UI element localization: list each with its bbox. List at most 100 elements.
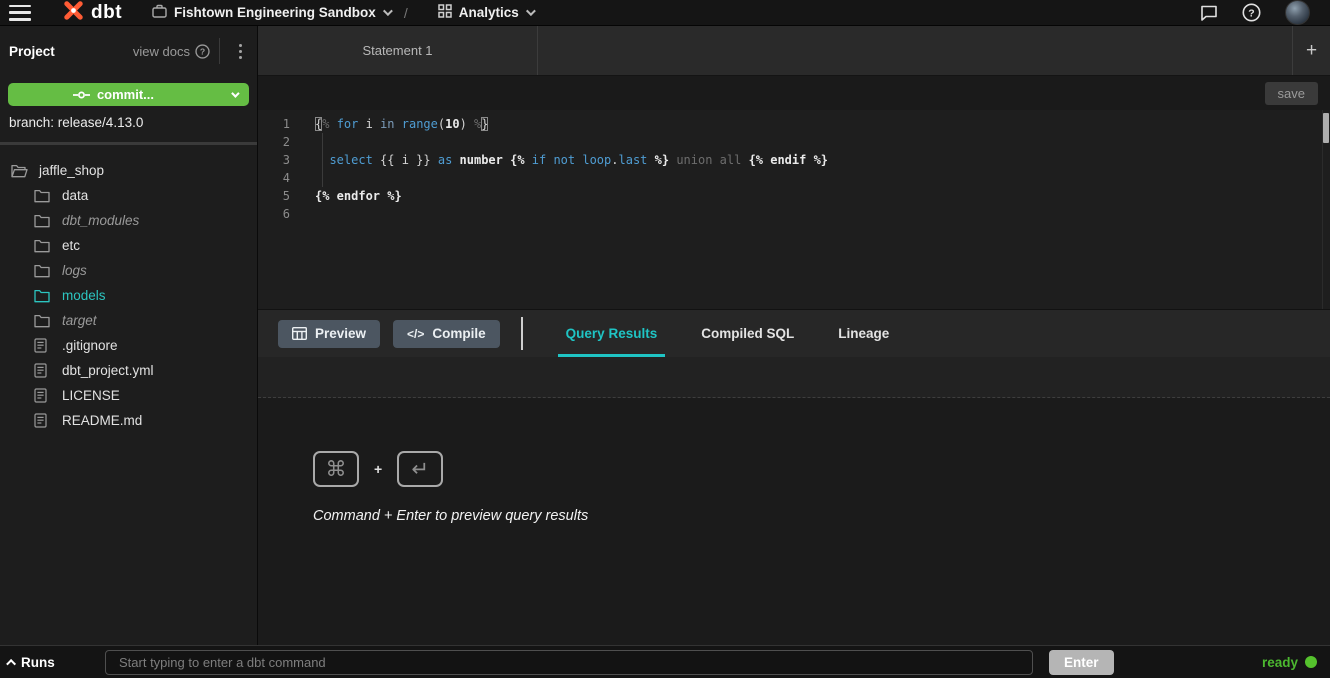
chevron-down-icon (383, 6, 393, 16)
folder-icon (34, 314, 51, 328)
keyboard-hint-text: Command + Enter to preview query results (313, 508, 1330, 524)
tree-item-target[interactable]: target (0, 308, 257, 333)
svg-text:?: ? (200, 46, 205, 56)
view-docs-link[interactable]: view docs ? (133, 44, 210, 59)
folder-icon (34, 189, 51, 203)
bottom-bar: Runs Enter ready (0, 645, 1330, 678)
chevron-down-icon (526, 6, 536, 16)
tree-item-label: dbt_modules (62, 213, 139, 228)
tab-lineage[interactable]: Lineage (816, 310, 911, 357)
briefcase-icon (152, 4, 167, 21)
tree-item-label: etc (62, 238, 80, 253)
line-number: 1 (258, 115, 294, 133)
dbt-logo[interactable]: dbt (61, 0, 122, 28)
tree-item-readme-md[interactable]: README.md (0, 408, 257, 433)
help-icon[interactable]: ? (1242, 3, 1261, 22)
user-avatar[interactable] (1285, 0, 1310, 25)
tab-statement-1[interactable]: Statement 1 (258, 26, 538, 75)
editor-toolbar: save (258, 76, 1330, 110)
folder-open-icon (11, 164, 28, 178)
tree-item-label: models (62, 288, 106, 303)
breadcrumb-separator: / (404, 5, 408, 21)
code-line-3: 3 select {{ i }} as number {% if not loo… (258, 151, 1330, 169)
chat-icon[interactable] (1200, 4, 1218, 21)
results-body: ⌘ + ↵ Command + Enter to preview query r… (258, 398, 1330, 645)
branch-label: branch: release/4.13.0 (0, 106, 257, 145)
code-line-6: 6 (258, 205, 1330, 223)
status-indicator: ready (1262, 655, 1317, 670)
tree-item-dbt-modules[interactable]: dbt_modules (0, 208, 257, 233)
help-circle-icon: ? (195, 44, 210, 59)
dbt-logo-icon (61, 0, 86, 28)
tree-item--gitignore[interactable]: .gitignore (0, 333, 257, 358)
top-bar: dbt Fishtown Engineering Sandbox / Analy… (0, 0, 1330, 26)
indent-guide (322, 133, 323, 187)
line-number: 2 (258, 133, 294, 151)
tab-query-results[interactable]: Query Results (544, 310, 680, 357)
tree-item-label: target (62, 313, 97, 328)
new-tab-button[interactable]: + (1292, 26, 1330, 75)
project-name: Analytics (459, 5, 519, 20)
folder-icon (34, 239, 51, 253)
folder-icon (34, 214, 51, 228)
code-line-2: 2 (258, 133, 1330, 151)
tree-item-license[interactable]: LICENSE (0, 383, 257, 408)
svg-text:?: ? (1248, 7, 1254, 19)
line-number: 3 (258, 151, 294, 169)
code-line-1: 1{% for i in range(10) %} (258, 115, 1330, 133)
editor-scrollbar-thumb[interactable] (1323, 113, 1329, 143)
divider (219, 38, 220, 64)
tree-item-label: jaffle_shop (39, 163, 104, 178)
tree-item-label: README.md (62, 413, 142, 428)
file-icon (34, 338, 51, 353)
file-icon (34, 388, 51, 403)
runs-toggle[interactable]: Runs (9, 655, 105, 670)
project-switcher[interactable]: Analytics (438, 4, 533, 21)
tree-item-dbt-project-yml[interactable]: dbt_project.yml (0, 358, 257, 383)
tree-item-label: data (62, 188, 88, 203)
commit-dropdown-caret[interactable] (219, 83, 249, 106)
account-name: Fishtown Engineering Sandbox (174, 5, 376, 20)
account-switcher[interactable]: Fishtown Engineering Sandbox (152, 4, 390, 21)
divider (521, 317, 523, 350)
grid-icon (438, 4, 452, 21)
file-tree: jaffle_shopdata dbt_modulesetc logs models t… (0, 145, 257, 433)
line-number: 5 (258, 187, 294, 205)
preview-button[interactable]: Preview (278, 320, 380, 348)
file-icon (34, 363, 51, 378)
status-label: ready (1262, 655, 1298, 670)
editor-tab-bar: Statement 1 + (258, 26, 1330, 76)
file-icon (34, 413, 51, 428)
status-dot (1305, 656, 1317, 668)
tree-item-logs[interactable]: logs (0, 258, 257, 283)
tree-item-jaffle-shop[interactable]: jaffle_shop (0, 158, 257, 183)
command-key-icon: ⌘ (313, 451, 359, 487)
line-number: 6 (258, 205, 294, 223)
dbt-command-input[interactable] (105, 650, 1033, 675)
table-icon (292, 327, 307, 340)
save-button[interactable]: save (1265, 82, 1318, 105)
chevron-up-icon (6, 658, 16, 668)
folder-icon (34, 289, 51, 303)
code-icon: </> (407, 327, 424, 341)
sidebar-title: Project (9, 44, 55, 59)
tree-item-models[interactable]: models (0, 283, 257, 308)
tree-item-data[interactable]: data (0, 183, 257, 208)
git-commit-icon (73, 90, 90, 100)
results-toolbar (258, 357, 1330, 398)
folder-icon (34, 264, 51, 278)
hamburger-menu-icon[interactable] (9, 5, 31, 21)
tab-compiled-sql[interactable]: Compiled SQL (679, 310, 816, 357)
results-header: Preview </> Compile Query ResultsCompile… (258, 309, 1330, 357)
tree-item-etc[interactable]: etc (0, 233, 257, 258)
code-line-4: 4 (258, 169, 1330, 187)
enter-button[interactable]: Enter (1049, 650, 1114, 675)
commit-button[interactable]: commit... (8, 83, 249, 106)
kebab-menu-icon[interactable] (229, 40, 251, 63)
code-editor[interactable]: 1{% for i in range(10) %}23 select {{ i … (258, 110, 1330, 309)
compile-button[interactable]: </> Compile (393, 320, 500, 348)
sidebar: Project view docs ? commit... branch: re… (0, 26, 258, 645)
tree-item-label: .gitignore (62, 338, 118, 353)
results-tabs: Query ResultsCompiled SQLLineage (544, 310, 912, 357)
tree-item-label: logs (62, 263, 87, 278)
